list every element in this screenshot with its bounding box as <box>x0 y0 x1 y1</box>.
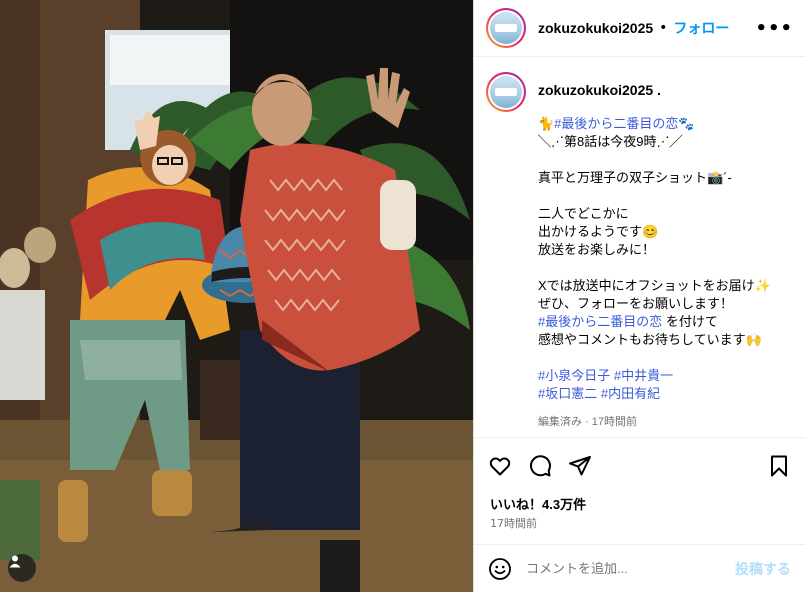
caption-gap <box>538 349 793 367</box>
caption-username[interactable]: zokuzokukoi2025 . <box>538 81 793 99</box>
post-timestamp[interactable]: 17時間前 <box>490 515 537 531</box>
follow-button[interactable]: フォロー <box>673 18 729 38</box>
hashtag-line[interactable]: 🐈#最後から二番目の恋🐾 <box>538 115 793 133</box>
avatar[interactable] <box>486 8 526 48</box>
save-button[interactable] <box>767 454 791 478</box>
caption-fragment: を付けて <box>662 314 718 329</box>
share-button[interactable] <box>568 454 592 478</box>
username-link[interactable]: zokuzokukoi2025 <box>538 20 653 36</box>
bookmark-icon <box>771 455 787 477</box>
caption-section: zokuzokukoi2025 . 🐈#最後から二番目の恋🐾 ╲⋰第8話は今夜9時… <box>474 58 805 438</box>
caption-line: Xでは放送中にオフショットをお届け✨ <box>538 278 771 293</box>
user-tag-icon <box>9 555 21 568</box>
caption-line: ╲⋰第8話は今夜9時⋰╱ <box>538 134 683 149</box>
like-button[interactable] <box>488 454 512 478</box>
comment-icon <box>529 455 551 477</box>
comment-bar: 投稿する <box>474 544 805 592</box>
caption-line: #最後から二番目の恋 を付けて <box>538 313 793 331</box>
emoji-icon <box>489 557 511 580</box>
emoji-button[interactable] <box>488 557 512 581</box>
caption-text: 🐈#最後から二番目の恋🐾 ╲⋰第8話は今夜9時⋰╱ 真平と万理子の双子ショット📸´-… <box>538 115 793 403</box>
heart-icon <box>489 457 511 476</box>
share-icon <box>569 456 591 476</box>
comment-button[interactable] <box>528 454 552 478</box>
comment-input[interactable] <box>526 561 735 576</box>
hashtag-line[interactable]: #小泉今日子 #中井貴一 <box>538 367 793 385</box>
caption-line: ぜひ、フォローをお願いします！ <box>538 296 734 311</box>
caption-line: 真平と万理子の双子ショット📸´- <box>538 170 732 185</box>
caption-line: 出かけるようです😊 <box>538 224 659 239</box>
post-photo[interactable] <box>0 0 473 592</box>
hashtag-link[interactable]: #最後から二番目の恋 <box>538 314 662 329</box>
user-tag-button[interactable] <box>8 554 36 582</box>
more-options-icon[interactable]: ••• <box>755 18 793 39</box>
hashtag-line[interactable]: #坂口憲二 #内田有紀 <box>538 385 793 403</box>
post-meta: 編集済み · 17時間前 <box>538 416 638 428</box>
post-header: zokuzokukoi2025 • フォロー ••• <box>474 0 805 57</box>
caption-gap <box>538 259 793 277</box>
caption-line: 二人でどこかに <box>538 206 629 221</box>
post-comment-button[interactable]: 投稿する <box>735 559 791 579</box>
like-count[interactable]: いいね！4.3万件 <box>490 494 586 513</box>
post-details-panel: zokuzokukoi2025 • フォロー ••• zokuzokukoi20… <box>473 0 805 592</box>
caption-gap <box>538 151 793 169</box>
caption-avatar[interactable] <box>486 72 526 112</box>
caption-gap <box>538 187 793 205</box>
caption-line: 放送をお楽しみに！ <box>538 242 656 257</box>
photo-illustration <box>0 0 473 592</box>
separator-dot: • <box>659 20 668 36</box>
caption-line: 感想やコメントもお待ちしています🙌 <box>538 332 762 347</box>
action-bar <box>474 446 805 486</box>
